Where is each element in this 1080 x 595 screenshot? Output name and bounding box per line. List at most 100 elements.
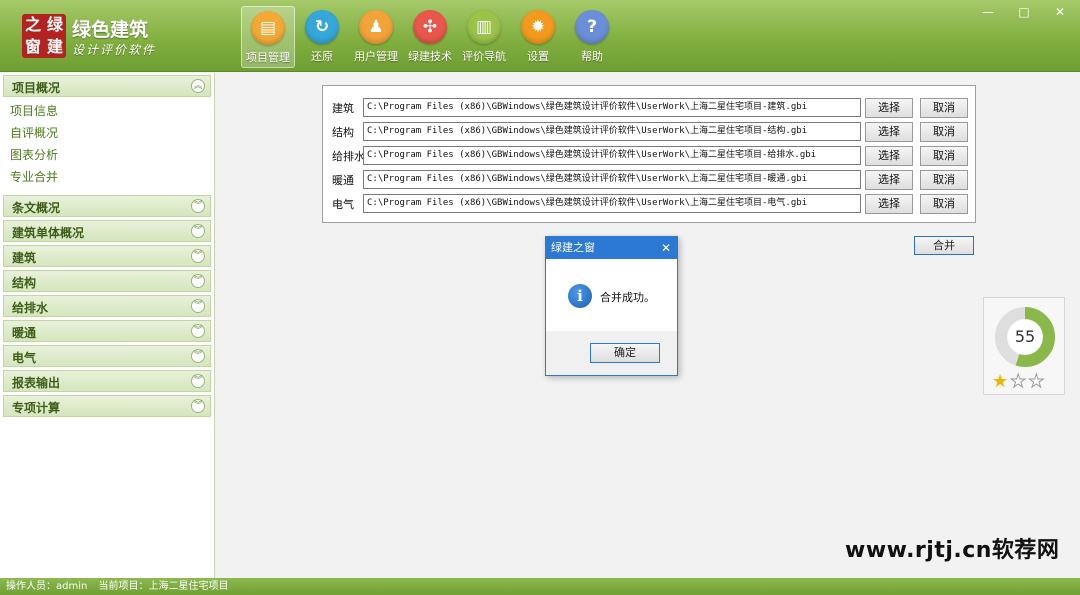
toolbar-label: 用户管理: [354, 50, 398, 63]
sidebar-section-label: 建筑: [12, 251, 37, 265]
sidebar-section-header[interactable]: 电气 ︾: [3, 345, 211, 367]
file-path-input[interactable]: C:\Program Files (x86)\GBWindows\绿色建筑设计评…: [363, 170, 861, 189]
score-widget: 55 ★★★: [983, 297, 1065, 395]
status-project: 当前项目：上海二星住宅项目: [98, 581, 229, 592]
app-subtitle: 设计评价软件: [72, 43, 157, 57]
logo-char: 窗: [24, 37, 41, 56]
star-empty-icon: ★: [1028, 371, 1047, 393]
file-discipline-label: 电气: [332, 198, 354, 211]
toolbar-button-folder[interactable]: ▤ 项目管理: [241, 6, 295, 68]
sidebar-section-header[interactable]: 建筑单体概况 ︾: [3, 220, 211, 242]
header-bar: 之 绿 窗 建 绿色建筑 设计评价软件 ▤ 项目管理 ↻ 还原 ♟ 用户管理 ✣ 绿建技术 ▥ 评…: [0, 0, 1080, 72]
chevron-down-icon[interactable]: ︾: [191, 274, 205, 288]
select-file-button[interactable]: 选择: [865, 98, 913, 118]
chevron-down-icon[interactable]: ︾: [191, 249, 205, 263]
cancel-file-button[interactable]: 取消: [920, 146, 968, 166]
chevron-down-icon[interactable]: ︾: [191, 324, 205, 338]
message-dialog: 绿建之窗 ✕ i 合并成功。 确定: [545, 236, 678, 376]
toolbar-label: 绿建技术: [408, 50, 452, 63]
select-file-button[interactable]: 选择: [865, 122, 913, 142]
merge-button[interactable]: 合并: [914, 236, 974, 255]
toolbar-label: 还原: [311, 50, 333, 63]
toolbar-button-book[interactable]: ▥ 评价导航: [457, 6, 511, 68]
dialog-message: 合并成功。: [600, 291, 655, 304]
sidebar-item[interactable]: 项目信息: [0, 100, 214, 122]
help-icon: ?: [575, 10, 609, 44]
watermark-text: www.rjtj.cn软荐网: [845, 538, 1060, 563]
file-row: 建筑 C:\Program Files (x86)\GBWindows\绿色建筑设…: [323, 96, 977, 118]
star-empty-icon: ★: [1010, 371, 1029, 393]
chevron-down-icon[interactable]: ︾: [191, 349, 205, 363]
cancel-file-button[interactable]: 取消: [920, 98, 968, 118]
users-icon: ♟: [359, 10, 393, 44]
sidebar-section-header[interactable]: 条文概况 ︾: [3, 195, 211, 217]
sidebar-section-label: 电气: [12, 351, 37, 365]
toolbar-button-help[interactable]: ? 帮助: [565, 6, 619, 68]
chevron-up-icon[interactable]: ︽: [191, 79, 205, 93]
sidebar-section-label: 建筑单体概况: [12, 226, 85, 240]
toolbar-button-gear[interactable]: ✹ 设置: [511, 6, 565, 68]
star-filled-icon: ★: [992, 371, 1011, 392]
sidebar-section-header[interactable]: 结构 ︾: [3, 270, 211, 292]
chevron-down-icon[interactable]: ︾: [191, 299, 205, 313]
sidebar-section-label: 专项计算: [12, 401, 61, 415]
sidebar: 项目概况 ︽ 项目信息 自评概况 图表分析 专业合并 条文概况 ︾ 建筑单体概况 ︾ 建筑 ︾ 结构 ︾ 给…: [0, 73, 215, 578]
chevron-down-icon[interactable]: ︾: [191, 224, 205, 238]
app-title: 绿色建筑: [72, 19, 149, 41]
sidebar-section-label: 给排水: [12, 301, 49, 315]
star-rating: ★★★: [992, 371, 1047, 393]
sidebar-section-label: 暖通: [12, 326, 37, 340]
file-discipline-label: 建筑: [332, 102, 354, 115]
logo-char: 绿: [46, 15, 63, 34]
sidebar-section-header[interactable]: 给排水 ︾: [3, 295, 211, 317]
minimize-button[interactable]: —: [978, 4, 998, 20]
file-row: 给排水 C:\Program Files (x86)\GBWindows\绿色建筑…: [323, 144, 977, 166]
network-icon: ✣: [413, 10, 447, 44]
dialog-close-icon[interactable]: ✕: [661, 237, 671, 259]
sidebar-section-header[interactable]: 建筑 ︾: [3, 245, 211, 267]
toolbar-button-network[interactable]: ✣ 绿建技术: [403, 6, 457, 68]
select-file-button[interactable]: 选择: [865, 170, 913, 190]
info-icon: i: [568, 284, 592, 308]
file-row: 电气 C:\Program Files (x86)\GBWindows\绿色建筑设…: [323, 192, 977, 214]
sidebar-section-header[interactable]: 专项计算 ︾: [3, 395, 211, 417]
book-icon: ▥: [467, 10, 501, 44]
cancel-file-button[interactable]: 取消: [920, 194, 968, 214]
file-path-input[interactable]: C:\Program Files (x86)\GBWindows\绿色建筑设计评…: [363, 194, 861, 213]
sidebar-section-header[interactable]: 报表输出 ︾: [3, 370, 211, 392]
dialog-ok-button[interactable]: 确定: [590, 343, 660, 363]
toolbar-label: 帮助: [581, 50, 603, 63]
chevron-down-icon[interactable]: ︾: [191, 374, 205, 388]
folder-icon: ▤: [251, 11, 285, 45]
sidebar-item[interactable]: 专业合并: [0, 166, 214, 188]
maximize-button[interactable]: □: [1014, 4, 1034, 20]
sidebar-section-header[interactable]: 项目概况 ︽: [3, 75, 211, 97]
select-file-button[interactable]: 选择: [865, 194, 913, 214]
chevron-down-icon[interactable]: ︾: [191, 199, 205, 213]
sidebar-item[interactable]: 自评概况: [0, 122, 214, 144]
cancel-file-button[interactable]: 取消: [920, 170, 968, 190]
close-button[interactable]: ✕: [1050, 4, 1070, 20]
logo-char: 之: [24, 15, 41, 34]
toolbar-label: 设置: [527, 50, 549, 63]
toolbar-button-users[interactable]: ♟ 用户管理: [349, 6, 403, 68]
toolbar-label: 评价导航: [462, 50, 506, 63]
toolbar-button-refresh[interactable]: ↻ 还原: [295, 6, 349, 68]
sidebar-section-label: 条文概况: [12, 201, 61, 215]
file-row: 结构 C:\Program Files (x86)\GBWindows\绿色建筑设…: [323, 120, 977, 142]
sidebar-section-label: 结构: [12, 276, 37, 290]
cancel-file-button[interactable]: 取消: [920, 122, 968, 142]
toolbar-label: 项目管理: [246, 51, 290, 64]
chevron-down-icon[interactable]: ︾: [191, 399, 205, 413]
refresh-icon: ↻: [305, 10, 339, 44]
sidebar-section-header[interactable]: 暖通 ︾: [3, 320, 211, 342]
file-path-input[interactable]: C:\Program Files (x86)\GBWindows\绿色建筑设计评…: [363, 122, 861, 141]
select-file-button[interactable]: 选择: [865, 146, 913, 166]
gear-icon: ✹: [521, 10, 555, 44]
sidebar-item[interactable]: 图表分析: [0, 144, 214, 166]
score-value: 55: [1014, 327, 1036, 346]
file-path-input[interactable]: C:\Program Files (x86)\GBWindows\绿色建筑设计评…: [363, 98, 861, 117]
file-path-input[interactable]: C:\Program Files (x86)\GBWindows\绿色建筑设计评…: [363, 146, 861, 165]
file-merge-panel: 建筑 C:\Program Files (x86)\GBWindows\绿色建筑设…: [322, 85, 976, 223]
status-bar: 操作人员：admin 当前项目：上海二星住宅项目: [0, 578, 1080, 595]
